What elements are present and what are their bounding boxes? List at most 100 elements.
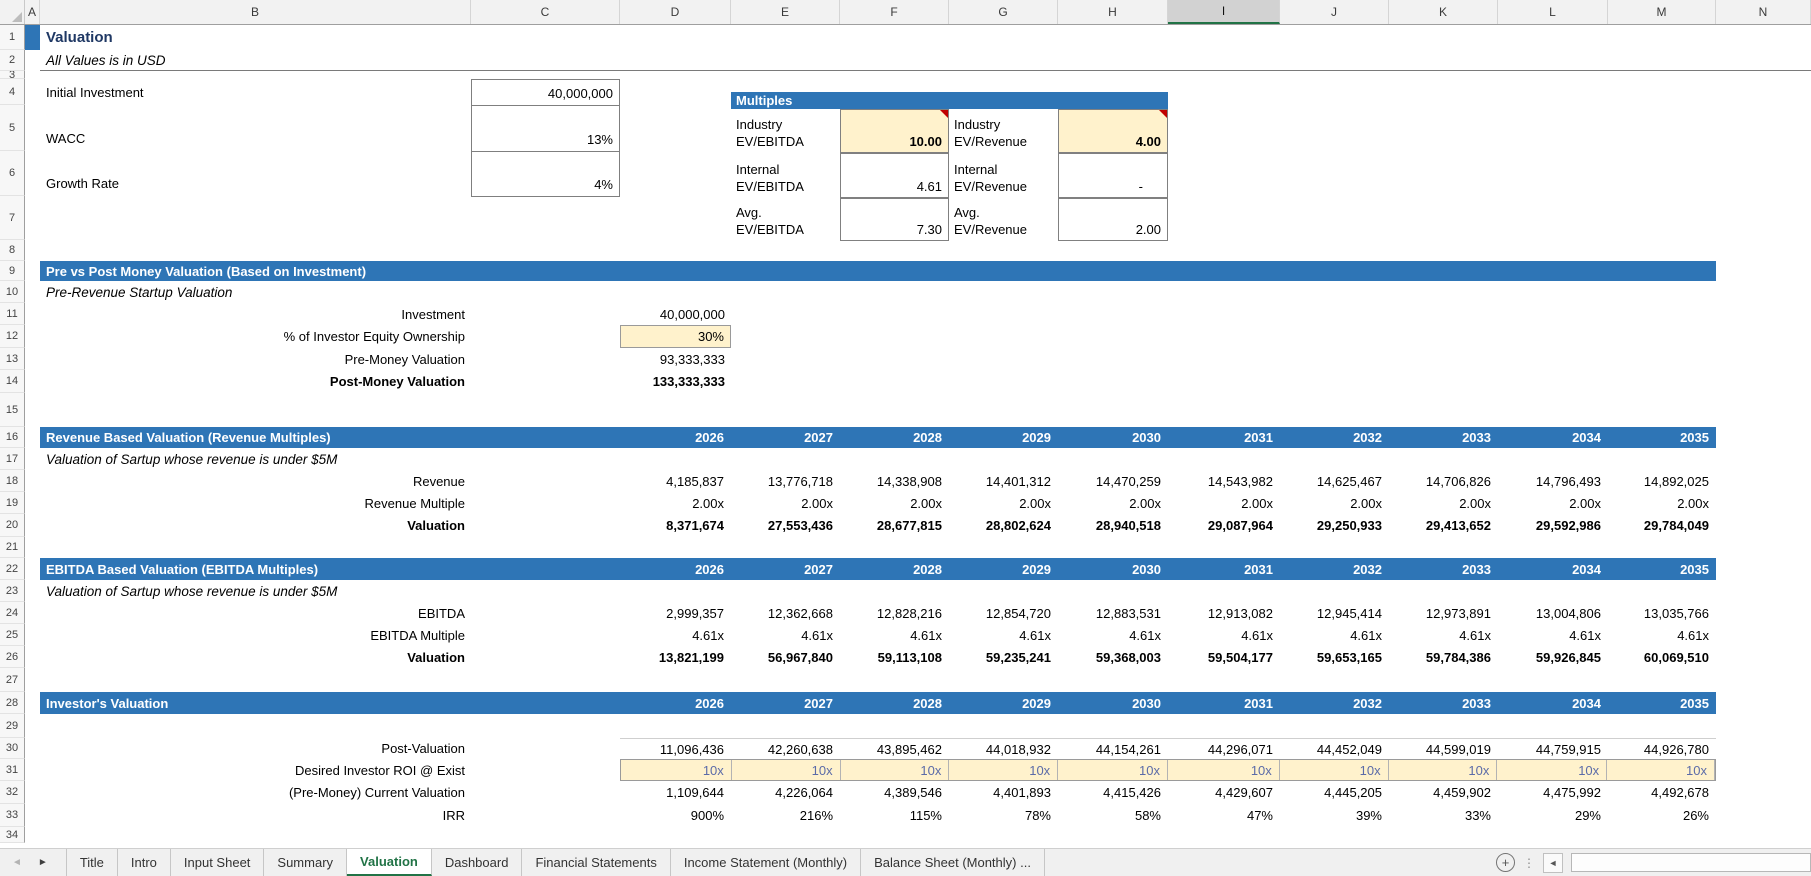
value-cell[interactable]: 42,260,638 [731,739,840,759]
avg-ev-revenue-value[interactable]: 2.00 [1058,198,1168,241]
value-cell[interactable]: 4,459,902 [1389,781,1498,804]
growth-rate-value[interactable]: 4% [472,152,619,196]
row-header-18[interactable]: 18 [0,470,25,492]
value-cell[interactable]: 59,784,386 [1389,646,1498,668]
value-cell[interactable]: 12,973,891 [1389,602,1498,624]
value-cell[interactable]: 10x [1279,760,1389,780]
equity-ownership-input[interactable]: 30% [620,325,731,348]
value-cell[interactable]: 43,895,462 [840,739,949,759]
value-cell[interactable]: 12,913,082 [1168,602,1280,624]
value-cell[interactable]: 4,475,992 [1498,781,1608,804]
value-cell[interactable]: 10x [1607,760,1715,780]
tab-balance-sheet-monthly[interactable]: Balance Sheet (Monthly) ... [861,849,1045,876]
value-cell[interactable]: 47% [1168,804,1280,827]
value-cell[interactable]: 12,854,720 [949,602,1058,624]
value-cell[interactable]: 2.00x [1498,492,1608,514]
value-cell[interactable]: 29,087,964 [1168,514,1280,537]
value-cell[interactable]: 12,828,216 [840,602,949,624]
tab-income-statement-monthly[interactable]: Income Statement (Monthly) [670,849,862,876]
column-header-J[interactable]: J [1280,0,1389,24]
value-cell[interactable]: 2.00x [1389,492,1498,514]
column-header-N[interactable]: N [1716,0,1811,24]
value-cell[interactable]: 78% [949,804,1058,827]
post-money-value[interactable]: 133,333,333 [620,370,731,393]
new-sheet-button[interactable]: + [1496,853,1515,872]
column-header-D[interactable]: D [620,0,731,24]
value-cell[interactable]: 44,154,261 [1058,739,1168,759]
column-header-M[interactable]: M [1608,0,1716,24]
value-cell[interactable]: 59,653,165 [1280,646,1389,668]
value-cell[interactable]: 14,625,467 [1280,470,1389,492]
value-cell[interactable]: 900% [620,804,731,827]
value-cell[interactable]: 29,592,986 [1498,514,1608,537]
value-cell[interactable]: 4,185,837 [620,470,731,492]
value-cell[interactable]: 4,445,205 [1280,781,1389,804]
value-cell[interactable]: 10x [1058,760,1168,780]
value-cell[interactable]: 2.00x [1608,492,1716,514]
row-header-2[interactable]: 2 [0,50,25,71]
value-cell[interactable]: 29,250,933 [1280,514,1389,537]
tab-valuation[interactable]: Valuation [347,849,432,876]
row-header-4[interactable]: 4 [0,79,25,105]
value-cell[interactable]: 13,821,199 [620,646,731,668]
value-cell[interactable]: 44,018,932 [949,739,1058,759]
row-header-31[interactable]: 31 [0,759,25,781]
row-header-20[interactable]: 20 [0,514,25,537]
value-cell[interactable]: 4,226,064 [731,781,840,804]
value-cell[interactable]: 44,452,049 [1280,739,1389,759]
value-cell[interactable]: 14,706,826 [1389,470,1498,492]
value-cell[interactable]: 4.61x [1498,624,1608,646]
value-cell[interactable]: 10x [1388,760,1498,780]
column-header-G[interactable]: G [949,0,1058,24]
row-header-26[interactable]: 26 [0,646,25,668]
row-header-23[interactable]: 23 [0,580,25,602]
value-cell[interactable]: 60,069,510 [1608,646,1716,668]
value-cell[interactable]: 4,389,546 [840,781,949,804]
value-cell[interactable]: 44,296,071 [1168,739,1280,759]
row-header-19[interactable]: 19 [0,492,25,514]
tab-intro[interactable]: Intro [117,849,171,876]
column-header-C[interactable]: C [471,0,620,24]
value-cell[interactable]: 10x [621,760,732,780]
value-cell[interactable]: 14,892,025 [1608,470,1716,492]
row-header-30[interactable]: 30 [0,738,25,759]
value-cell[interactable]: 4,401,893 [949,781,1058,804]
column-header-L[interactable]: L [1498,0,1608,24]
value-cell[interactable]: 4.61x [1058,624,1168,646]
value-cell[interactable]: 4,415,426 [1058,781,1168,804]
value-cell[interactable]: 2.00x [1280,492,1389,514]
column-header-F[interactable]: F [840,0,949,24]
row-header-21[interactable]: 21 [0,537,25,558]
value-cell[interactable]: 44,599,019 [1389,739,1498,759]
value-cell[interactable]: 29,784,049 [1608,514,1716,537]
value-cell[interactable]: 28,802,624 [949,514,1058,537]
hscroll-thumb[interactable] [1571,853,1811,872]
column-header-E[interactable]: E [731,0,840,24]
value-cell[interactable]: 26% [1608,804,1716,827]
row-header-5[interactable]: 5 [0,105,25,151]
tab-input-sheet[interactable]: Input Sheet [170,849,265,876]
cell-a1-fill[interactable] [25,25,40,50]
hscroll-left-arrow[interactable]: ◄ [1543,852,1563,873]
value-cell[interactable]: 59,926,845 [1498,646,1608,668]
row-header-27[interactable]: 27 [0,668,25,692]
value-cell[interactable]: 2,999,357 [620,602,731,624]
row-header-8[interactable]: 8 [0,240,25,261]
initial-investment-value[interactable]: 40,000,000 [472,80,619,106]
row-header-11[interactable]: 11 [0,303,25,325]
row-header-24[interactable]: 24 [0,602,25,624]
value-cell[interactable]: 2.00x [1168,492,1280,514]
row-header-14[interactable]: 14 [0,370,25,393]
tab-summary[interactable]: Summary [264,849,348,876]
column-header-K[interactable]: K [1389,0,1498,24]
value-cell[interactable]: 216% [731,804,840,827]
value-cell[interactable]: 1,109,644 [620,781,731,804]
column-header-I[interactable]: I [1168,0,1280,24]
value-cell[interactable]: 4,429,607 [1168,781,1280,804]
pre-money-value[interactable]: 93,333,333 [620,348,731,370]
row-header-3[interactable]: 3 [0,71,25,79]
value-cell[interactable]: 13,035,766 [1608,602,1716,624]
value-cell[interactable]: 4.61x [1608,624,1716,646]
value-cell[interactable]: 13,776,718 [731,470,840,492]
value-cell[interactable]: 2.00x [731,492,840,514]
